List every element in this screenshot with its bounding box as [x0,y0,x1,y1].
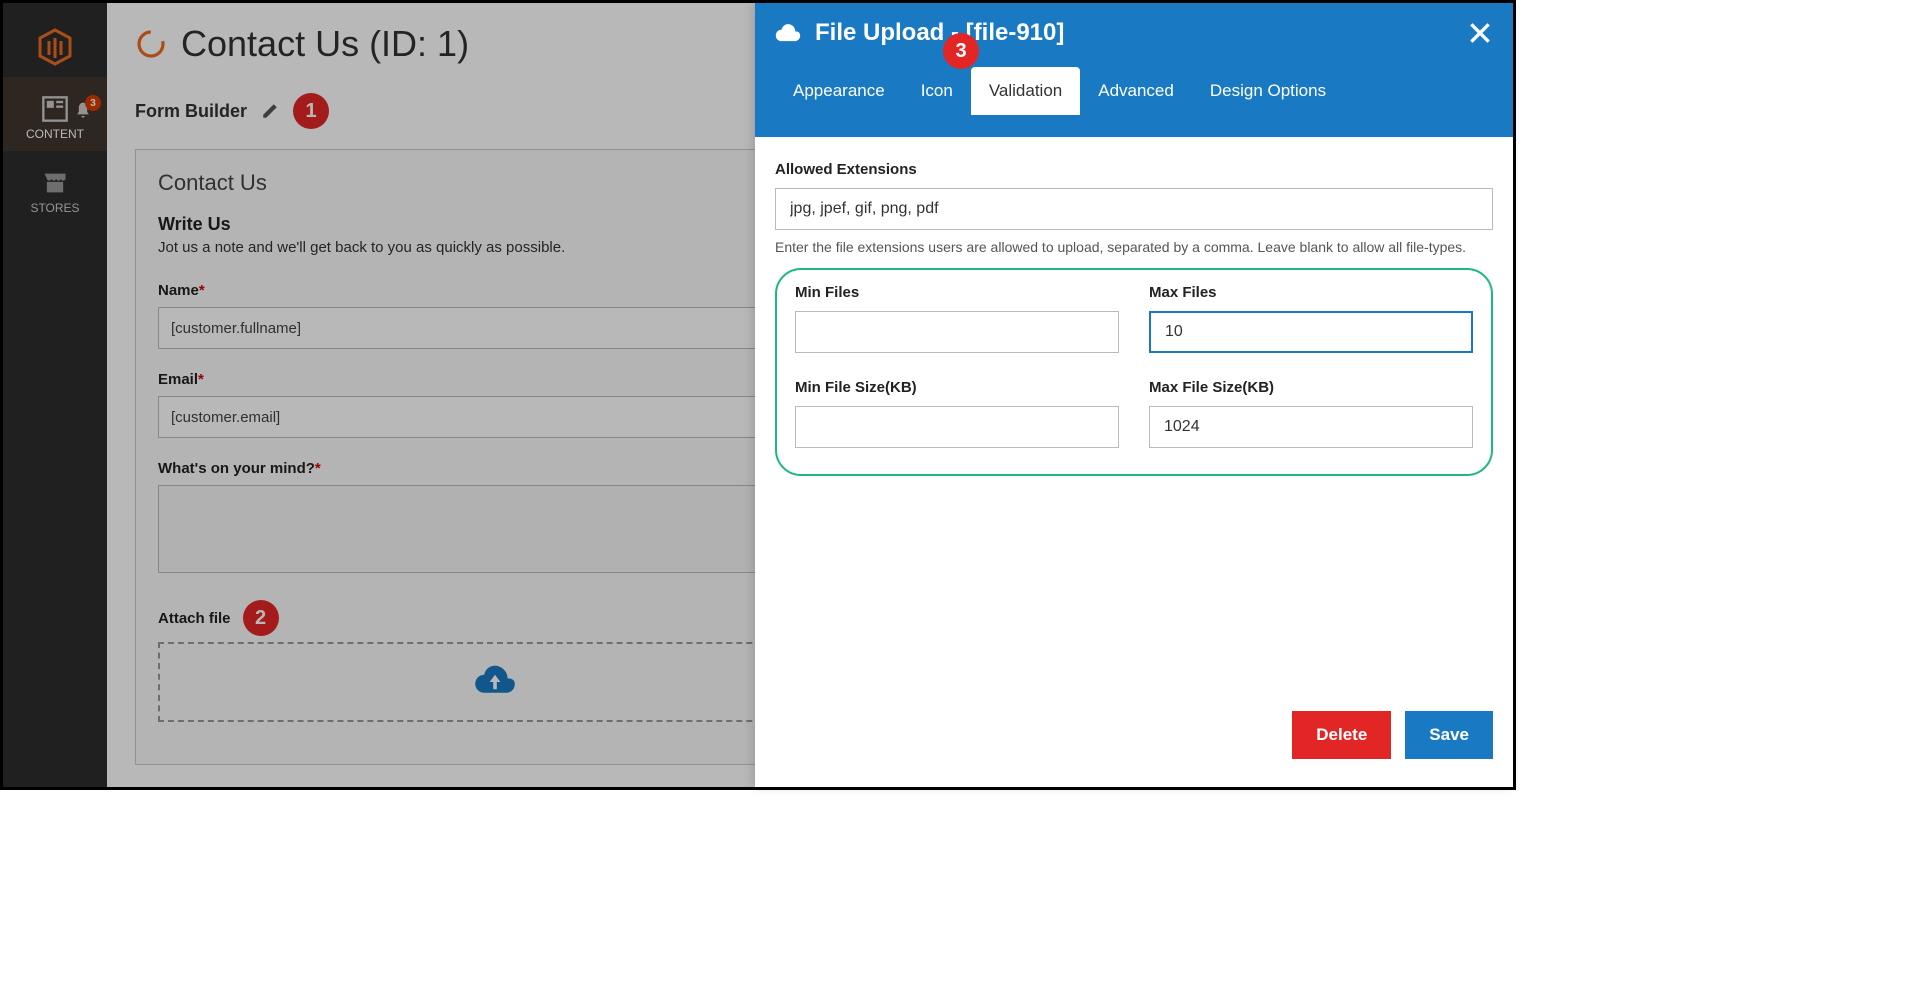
notification-badge: 3 [85,95,101,111]
allowed-extensions-hint: Enter the file extensions users are allo… [775,238,1493,258]
attach-file-label: Attach file [158,610,231,627]
close-icon[interactable] [1467,20,1493,46]
pencil-icon[interactable] [261,102,279,120]
attach-file-dropzone[interactable] [158,642,832,722]
form-builder-heading: Form Builder [135,101,247,122]
tab-appearance[interactable]: Appearance [775,67,903,115]
canvas-heading: Contact Us [158,170,832,196]
message-field-label: What's on your mind?* [158,460,832,477]
email-input[interactable] [158,396,832,438]
panel-title: File Upload - [file-910] [815,19,1453,47]
stores-icon [41,169,69,197]
notification-bell[interactable]: 3 [73,101,93,124]
cloud-icon [775,22,801,44]
file-limits-highlight: Min Files Max Files Min File Size(KB) Ma… [775,268,1493,476]
content-icon [41,95,69,123]
save-button[interactable]: Save [1405,711,1493,759]
tab-advanced[interactable]: Advanced [1080,67,1192,115]
max-files-input[interactable] [1149,311,1473,353]
min-file-size-input[interactable] [795,406,1119,448]
min-file-size-label: Min File Size(KB) [795,379,1119,396]
allowed-extensions-input[interactable] [775,188,1493,230]
name-field-label: Name* [158,282,832,299]
panel-body: Allowed Extensions Enter the file extens… [755,137,1513,695]
callout-badge-1: 1 [293,93,329,129]
tab-design-options[interactable]: Design Options [1192,67,1344,115]
delete-button[interactable]: Delete [1292,711,1391,759]
form-canvas: Contact Us Write Us Jot us a note and we… [135,149,855,765]
min-files-input[interactable] [795,311,1119,353]
sidebar-item-stores[interactable]: STORES [3,151,107,225]
file-upload-settings-panel: File Upload - [file-910] 3 Appearance Ic… [755,3,1513,787]
canvas-subheading: Write Us [158,214,832,235]
panel-tabs: 3 Appearance Icon Validation Advanced De… [775,67,1493,115]
sidebar-item-content[interactable]: CONTENT 3 [3,77,107,151]
tab-icon[interactable]: Icon [903,67,971,115]
message-textarea[interactable] [158,485,832,573]
max-file-size-label: Max File Size(KB) [1149,379,1473,396]
callout-badge-3: 3 [943,33,979,69]
max-file-size-input[interactable] [1149,406,1473,448]
admin-sidebar: CONTENT 3 STORES [3,3,107,787]
tab-validation[interactable]: Validation [971,67,1080,115]
canvas-description: Jot us a note and we'll get back to you … [158,239,832,256]
email-field-label: Email* [158,371,832,388]
max-files-label: Max Files [1149,284,1473,301]
cloud-upload-icon [473,664,517,700]
sidebar-content-label: CONTENT [26,127,84,141]
name-input[interactable] [158,307,832,349]
allowed-extensions-label: Allowed Extensions [775,161,1493,178]
magento-logo[interactable] [25,17,85,77]
spinner-icon [135,28,167,60]
panel-header: File Upload - [file-910] 3 Appearance Ic… [755,3,1513,137]
panel-footer: Delete Save [755,695,1513,787]
sidebar-stores-label: STORES [30,201,79,215]
callout-badge-2: 2 [243,600,279,636]
page-title: Contact Us (ID: 1) [181,23,469,65]
min-files-label: Min Files [795,284,1119,301]
